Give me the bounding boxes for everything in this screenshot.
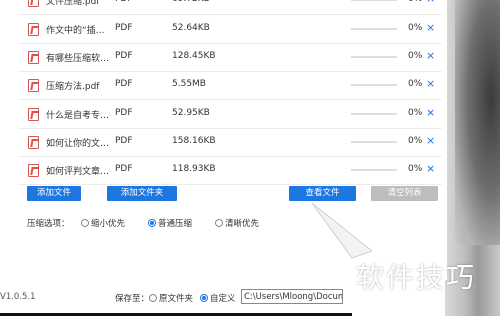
pdf-file-icon <box>28 51 39 64</box>
progress-bar <box>351 169 397 171</box>
option-normal-compress: 普通压缩 <box>158 219 193 229</box>
file-size: 128.45KB <box>172 51 216 61</box>
remove-file-icon[interactable]: × <box>426 134 435 147</box>
progress-percent: 0% <box>408 136 423 146</box>
add-folder-button[interactable]: 添加文件夹 <box>107 186 177 201</box>
add-file-button[interactable]: 添加文件 <box>27 186 81 201</box>
file-name: 如何评判文章… <box>46 167 110 177</box>
radio-normal-compress[interactable] <box>148 219 156 227</box>
compressor-window: 文件压缩.pdfPDF69.72KB0%×作文中的“插…PDF52.64KB0%… <box>0 0 447 280</box>
option-clarity-first: 清晰优先 <box>225 219 260 229</box>
pdf-file-icon <box>28 108 39 121</box>
remove-file-icon[interactable]: × <box>426 21 435 34</box>
file-size: 52.64KB <box>172 23 210 33</box>
remove-file-icon[interactable]: × <box>426 77 435 90</box>
file-type: PDF <box>115 164 133 174</box>
file-type: PDF <box>115 108 133 118</box>
radio-smaller-first[interactable] <box>81 219 89 227</box>
clear-list-button[interactable]: 清空列表 <box>371 186 438 201</box>
progress-percent: 0% <box>408 108 423 118</box>
progress-percent: 0% <box>408 164 423 174</box>
progress-bar <box>351 84 397 86</box>
remove-file-icon[interactable]: × <box>426 162 435 175</box>
option-original-folder: 原文件夹 <box>159 294 194 304</box>
watermark-text: 软件技巧 <box>356 261 477 294</box>
remove-file-icon[interactable]: × <box>426 49 435 62</box>
version-label: V1.0.5.1 <box>0 292 36 302</box>
remove-file-icon[interactable]: × <box>426 0 435 5</box>
progress-bar <box>351 141 397 143</box>
progress-bar <box>351 28 397 30</box>
file-name: 作文中的“插… <box>46 26 105 36</box>
file-type: PDF <box>115 23 133 33</box>
file-row[interactable]: 什么是自考专… PDF 52.95KB 0% × <box>18 100 442 129</box>
progress-percent: 0% <box>408 79 423 89</box>
file-name: 什么是自考专… <box>46 111 110 121</box>
file-row[interactable]: 文件压缩.pdf PDF 69.72KB 0% × <box>18 0 442 15</box>
file-name: 文件压缩.pdf <box>46 0 100 7</box>
remove-file-icon[interactable]: × <box>426 106 435 119</box>
file-type: PDF <box>115 51 133 61</box>
file-type: PDF <box>115 136 133 146</box>
file-size: 52.95KB <box>172 108 210 118</box>
radio-original-folder[interactable] <box>149 294 157 302</box>
pdf-file-icon <box>28 0 39 7</box>
progress-bar <box>351 0 397 1</box>
file-type: PDF <box>115 0 133 4</box>
progress-percent: 0% <box>408 23 423 33</box>
progress-percent: 0% <box>408 51 423 61</box>
file-row[interactable]: 如何让你的文… PDF 158.16KB 0% × <box>18 128 442 157</box>
save-to-label: 保存至： <box>115 294 150 304</box>
file-row[interactable]: 作文中的“插… PDF 52.64KB 0% × <box>18 15 442 44</box>
file-row[interactable]: 如何评判文章… PDF 118.93KB 0% × <box>18 156 442 185</box>
radio-clarity-first[interactable] <box>215 219 223 227</box>
radio-custom-folder[interactable] <box>200 294 208 302</box>
pdf-file-icon <box>28 164 39 177</box>
pdf-file-icon <box>28 136 39 149</box>
file-name: 如何让你的文… <box>46 139 110 149</box>
file-size: 69.72KB <box>172 0 210 4</box>
file-size: 158.16KB <box>172 136 216 146</box>
progress-bar <box>351 113 397 115</box>
view-file-button[interactable]: 查看文件 <box>289 186 356 201</box>
pdf-file-icon <box>28 79 39 92</box>
file-row[interactable]: 压缩方法.pdf PDF 5.55MB 0% × <box>18 71 442 100</box>
file-type: PDF <box>115 79 133 89</box>
file-row[interactable]: 有哪些压缩软… PDF 128.45KB 0% × <box>18 43 442 72</box>
file-size: 5.55MB <box>172 79 206 89</box>
file-name: 有哪些压缩软… <box>46 54 110 64</box>
output-path-input[interactable]: C:\Users\Mloong\Docume <box>241 289 343 304</box>
pdf-file-icon <box>28 23 39 36</box>
callout-pointer <box>312 203 372 259</box>
progress-percent: 0% <box>408 0 422 4</box>
compress-options-label: 压缩选项： <box>27 219 70 229</box>
background-shadow <box>455 0 500 245</box>
file-size: 118.93KB <box>172 164 216 174</box>
option-smaller-first: 缩小优先 <box>91 219 126 229</box>
option-custom-folder: 自定义 <box>210 294 236 304</box>
progress-bar <box>351 56 397 58</box>
file-name: 压缩方法.pdf <box>46 82 100 92</box>
